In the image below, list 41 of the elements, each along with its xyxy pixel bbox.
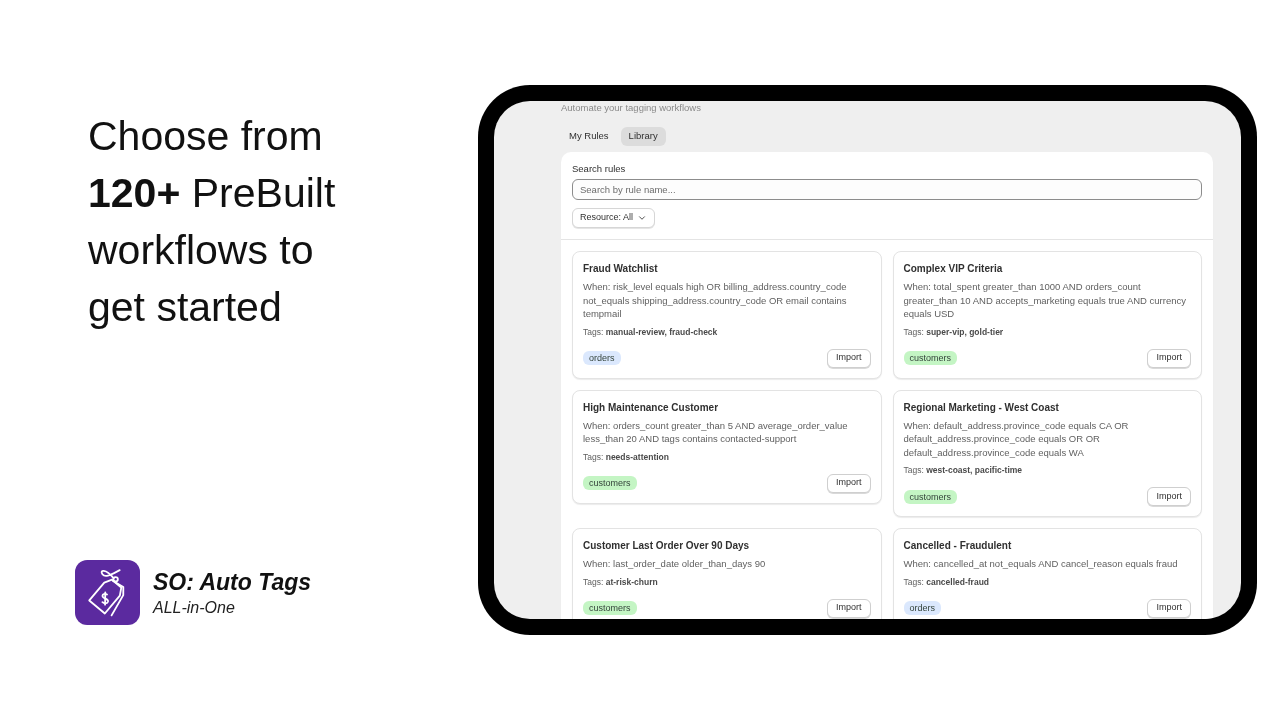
resource-tag: customers — [903, 489, 957, 504]
rule-condition: When: risk_level equals high OR billing_address.country_code not_equals shipping_address.country_code OR email contains tempmail — [583, 280, 848, 321]
brand-name: SO: Auto Tags — [153, 567, 311, 596]
import-button[interactable]: Import — [827, 348, 871, 368]
resource-tag: orders — [583, 351, 621, 365]
resource-tag: customers — [583, 476, 637, 490]
rule-title: High Maintenance Customer — [583, 400, 720, 415]
resource-tag: customers — [903, 351, 957, 365]
search-field[interactable]: Search by rule name... — [572, 179, 1202, 200]
rule-title: Customer Last Order Over 90 Days — [583, 539, 751, 553]
rule-condition: When: default_address.province_code equals CA OR default_address.province_code equals OR OR default_address.province_code equals WA — [903, 418, 1130, 459]
import-button[interactable]: Import — [827, 473, 871, 493]
chevron-down-icon — [637, 213, 648, 223]
promo-headline: Choose from 120+ PreBuilt workflows to get started — [87, 112, 337, 332]
rule-title: Cancelled - Fraudulent — [903, 539, 1013, 553]
rule-condition: When: cancelled_at not_equals AND cancel_reason equals fraud — [903, 557, 1179, 571]
import-button[interactable]: Import — [827, 598, 871, 618]
rule-title: Fraud Watchlist — [583, 262, 659, 276]
rule-tags: Tags: needs-attention — [583, 450, 871, 463]
tag-logo-icon — [75, 560, 140, 625]
brand-tagline: ALL-in-One — [153, 597, 236, 618]
resource-tag: customers — [583, 601, 637, 615]
rule-condition: When: orders_count greater_than 5 AND average_order_value less_than 20 AND tags contains contacted-support — [583, 418, 849, 446]
rule-condition: When: total_spent greater_than 1000 AND orders_count greater_than 10 AND accepts_marketing equals true AND currency equals USD — [903, 280, 1187, 321]
tab[interactable]: Library — [620, 127, 666, 146]
field-label: Search rules — [572, 162, 627, 175]
tab[interactable]: My Rules — [561, 127, 617, 146]
page-subtitle: Automate your tagging workflows — [561, 102, 702, 114]
rule-condition: When: last_order_date older_than_days 90 — [583, 557, 767, 571]
rule-title: Regional Marketing - West Coast — [903, 400, 1060, 415]
import-button[interactable]: Import — [1147, 598, 1191, 618]
rule-tags: Tags: manual-review, fraud-check — [583, 325, 871, 338]
resource-tag: orders — [903, 601, 941, 615]
rule-tags: Tags: super-vip, gold-tier — [903, 325, 1191, 338]
import-button[interactable]: Import — [1147, 487, 1191, 506]
rule-tags: Tags: cancelled-fraud — [903, 575, 1191, 588]
resource-filter-dropdown[interactable]: Resource: All — [572, 208, 656, 228]
rule-tags: Tags: west-coast, pacific-time — [903, 464, 1191, 476]
rule-tags: Tags: at-risk-churn — [583, 575, 871, 588]
rule-title: Complex VIP Criteria — [903, 262, 1004, 276]
import-button[interactable]: Import — [1147, 348, 1191, 368]
